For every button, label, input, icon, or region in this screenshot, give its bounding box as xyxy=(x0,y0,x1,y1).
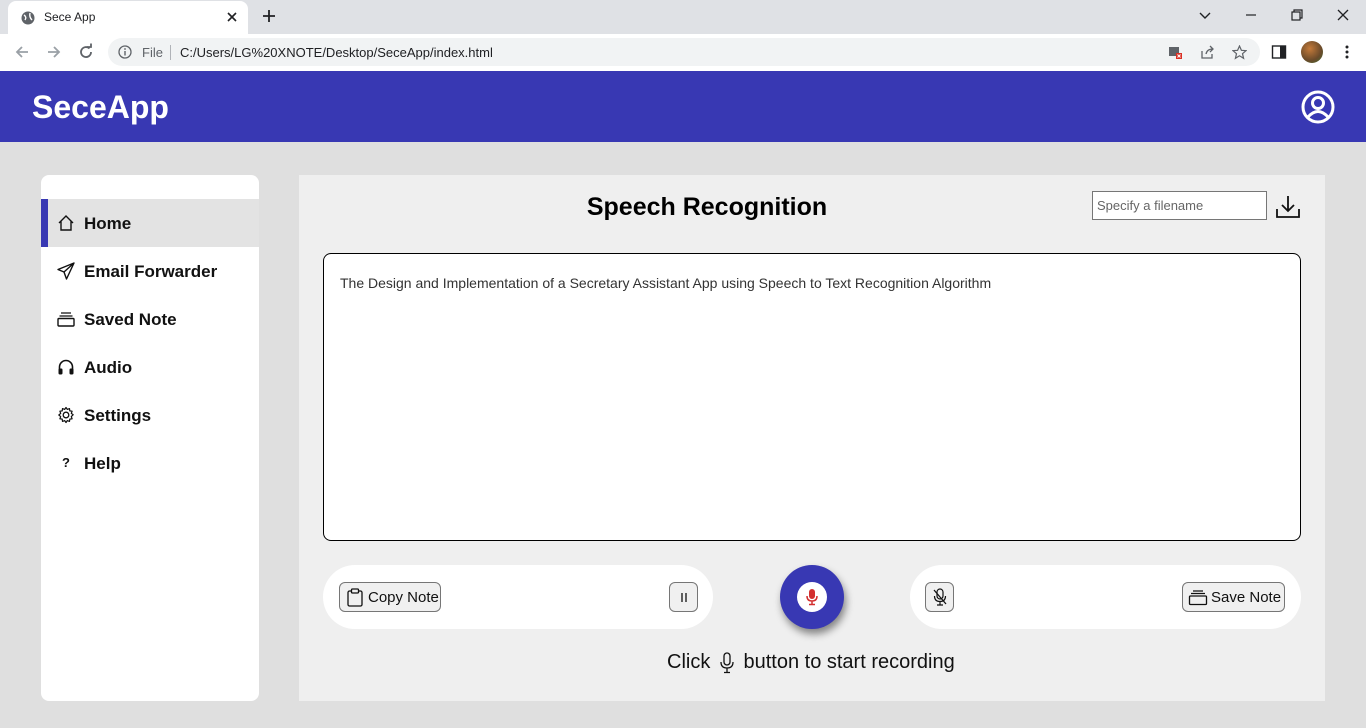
side-panel-icon[interactable] xyxy=(1271,44,1287,60)
sidebar-item-home[interactable]: Home xyxy=(41,199,259,247)
recording-hint: Click button to start recording xyxy=(667,651,955,674)
sidebar-item-label: Help xyxy=(84,454,121,473)
clipboard-icon xyxy=(347,588,363,607)
transcript-text: The Design and Implementation of a Secre… xyxy=(340,275,992,291)
main-panel: Speech Recognition The Design and Implem… xyxy=(299,175,1325,701)
sidebar-item-saved-note[interactable]: Saved Note xyxy=(41,295,259,343)
reload-icon[interactable] xyxy=(77,43,95,61)
minimize-icon[interactable] xyxy=(1243,7,1259,23)
save-note-button[interactable]: Save Note xyxy=(1182,582,1285,612)
account-icon[interactable] xyxy=(1301,90,1335,124)
send-icon xyxy=(57,262,75,280)
new-tab-icon[interactable] xyxy=(261,8,277,24)
browser-tab[interactable]: Sece App xyxy=(8,1,248,34)
tab-search-icon[interactable] xyxy=(1197,7,1213,23)
microphone-icon xyxy=(806,589,818,606)
more-menu-icon[interactable] xyxy=(1339,44,1355,60)
copy-note-label: Copy Note xyxy=(368,589,439,606)
hint-text-before: Click xyxy=(667,651,711,674)
address-scheme: File xyxy=(142,45,163,60)
sidebar-item-audio[interactable]: Audio xyxy=(41,343,259,391)
microphone-off-icon xyxy=(933,588,947,606)
download-icon[interactable] xyxy=(1275,194,1301,220)
sidebar-item-label: Audio xyxy=(84,358,133,377)
sidebar-item-settings[interactable]: Settings xyxy=(41,391,259,439)
sidebar-item-label: Home xyxy=(84,214,132,233)
sidebar-item-help[interactable]: ? Help xyxy=(41,439,259,487)
address-divider xyxy=(170,45,171,60)
address-url: C:/Users/LG%20XNOTE/Desktop/SeceApp/inde… xyxy=(180,45,493,60)
app-body: Home Email Forwarder Saved Note Audio Se… xyxy=(0,142,1366,728)
gear-icon xyxy=(58,406,74,424)
blocked-popup-icon[interactable] xyxy=(1168,45,1183,60)
pause-icon xyxy=(681,593,687,602)
save-note-label: Save Note xyxy=(1211,589,1282,606)
page-title: Speech Recognition xyxy=(586,193,828,221)
filename-input[interactable] xyxy=(1092,191,1267,220)
forward-icon[interactable] xyxy=(45,43,63,61)
right-controls: Save Note xyxy=(910,565,1301,629)
pause-button[interactable] xyxy=(669,582,698,612)
sidebar-item-label: Settings xyxy=(84,406,152,425)
share-icon[interactable] xyxy=(1200,45,1215,60)
mute-button[interactable] xyxy=(925,582,954,612)
sidebar-item-label: Email Forwarder xyxy=(84,262,218,281)
app-header: SeceApp xyxy=(0,71,1366,142)
question-icon: ? xyxy=(62,455,70,470)
browser-tabstrip: Sece App xyxy=(0,0,1366,34)
sidebar-item-label: Saved Note xyxy=(84,310,177,329)
transcript-area[interactable]: The Design and Implementation of a Secre… xyxy=(323,253,1301,541)
globe-icon xyxy=(21,11,35,25)
headphones-icon xyxy=(58,359,74,375)
tab-title: Sece App xyxy=(44,10,96,24)
browser-toolbar: File C:/Users/LG%20XNOTE/Desktop/SeceApp… xyxy=(0,34,1366,71)
bookmark-star-icon[interactable] xyxy=(1232,45,1247,60)
close-tab-icon[interactable] xyxy=(224,9,240,25)
back-icon[interactable] xyxy=(13,43,31,61)
close-window-icon[interactable] xyxy=(1335,7,1351,23)
left-controls: Copy Note xyxy=(323,565,713,629)
microphone-icon xyxy=(720,652,734,673)
archive-icon xyxy=(1188,590,1208,606)
home-icon xyxy=(58,215,74,231)
restore-icon[interactable] xyxy=(1289,7,1305,23)
record-button[interactable] xyxy=(780,565,844,629)
sidebar-item-email-forwarder[interactable]: Email Forwarder xyxy=(41,247,259,295)
hint-text-after: button to start recording xyxy=(743,651,955,674)
info-icon[interactable] xyxy=(118,45,132,59)
profile-avatar[interactable] xyxy=(1301,41,1323,63)
svg-text:?: ? xyxy=(62,455,70,470)
record-button-face xyxy=(797,582,827,612)
sidebar: Home Email Forwarder Saved Note Audio Se… xyxy=(41,175,259,701)
copy-note-button[interactable]: Copy Note xyxy=(339,582,441,612)
archive-icon xyxy=(57,312,75,327)
address-bar[interactable]: File C:/Users/LG%20XNOTE/Desktop/SeceApp… xyxy=(108,38,1260,66)
app-title: SeceApp xyxy=(32,89,169,125)
